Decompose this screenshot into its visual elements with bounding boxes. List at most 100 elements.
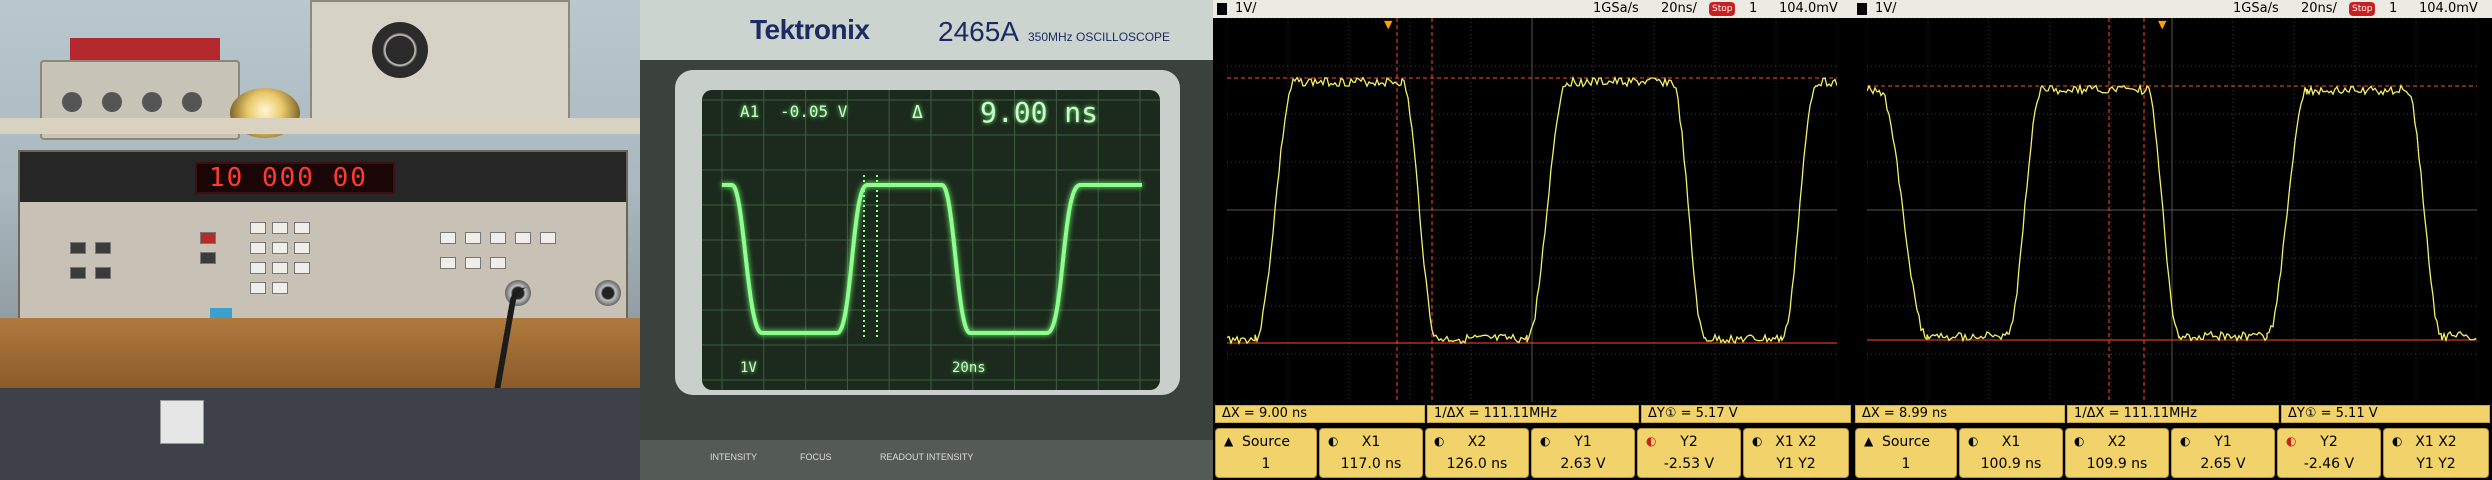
- key: [440, 232, 456, 244]
- key: [490, 232, 506, 244]
- trigger-level: 104.0mV: [1779, 1, 1838, 16]
- x1-softkey[interactable]: ◐ X1 117.0 ns: [1319, 428, 1423, 478]
- channel-icon: [1217, 3, 1227, 15]
- key: [540, 232, 556, 244]
- key: [95, 267, 111, 279]
- trigger-marker: ▼: [1384, 18, 1393, 31]
- label-readout-intensity: READOUT INTENSITY: [880, 452, 974, 462]
- waveform-plot: [1227, 18, 1837, 402]
- readout-volts-div: 1V: [740, 360, 757, 376]
- status-bar: 1V/ 1GSa/s 20ns/ Stop 1 104.0mV: [1853, 0, 2492, 18]
- key: [294, 222, 310, 234]
- left-margin: [1213, 18, 1227, 402]
- photo-function-generator: 10 000 00: [0, 0, 640, 480]
- stop-badge: Stop: [1709, 2, 1736, 16]
- xy-softkey[interactable]: ◐ X1 X2 Y1 Y2: [2383, 428, 2489, 478]
- sample-rate: 1GSa/s: [2233, 1, 2279, 16]
- trigger-level: 104.0mV: [2419, 1, 2478, 16]
- key: [465, 232, 481, 244]
- up-arrow-icon: ▲: [1864, 434, 1874, 448]
- readout-time-div: 20ns: [952, 360, 986, 376]
- knob-icon: ◐: [1328, 434, 1339, 448]
- scope-capture-1: 1V/ 1GSa/s 20ns/ Stop 1 104.0mV ▼ ΔX = 9…: [1213, 0, 1853, 480]
- scope-brand: Tektronix: [750, 14, 870, 45]
- knob-active-icon: ◐: [1646, 434, 1657, 448]
- sample-rate: 1GSa/s: [1593, 1, 1639, 16]
- inverse-delta-x-value: 1/ΔX = 111.11MHz: [1427, 405, 1639, 423]
- floor: [0, 388, 640, 480]
- knob-icon: ◐: [1540, 434, 1551, 448]
- waveform-plot: [1867, 18, 2477, 402]
- x2-softkey[interactable]: ◐ X2 126.0 ns: [1425, 428, 1529, 478]
- knob-icon: ◐: [2392, 434, 2403, 448]
- scope-capture-2: 1V/ 1GSa/s 20ns/ Stop 1 104.0mV ▼ ΔX = 8…: [1853, 0, 2492, 480]
- channel-scale: 1V/: [1235, 1, 1257, 16]
- label-intensity: INTENSITY: [710, 452, 758, 462]
- knob-icon: ◐: [2074, 434, 2085, 448]
- synthesizer-instrument: 10 000 00: [18, 150, 628, 330]
- timebase: 20ns/: [2301, 1, 2337, 16]
- knob-icon: ◐: [1752, 434, 1763, 448]
- key: [250, 222, 266, 234]
- instrument-box-right: [310, 0, 570, 130]
- dial-knob: [372, 22, 428, 78]
- left-margin: [1853, 18, 1867, 402]
- stop-badge: Stop: [2349, 2, 2376, 16]
- source-softkey[interactable]: ▲ Source 1: [1855, 428, 1957, 478]
- channel-icon: [1857, 3, 1867, 15]
- delta-x-value: ΔX = 8.99 ns: [1855, 405, 2065, 423]
- knob: [102, 92, 122, 112]
- inverse-delta-x-value: 1/ΔX = 111.11MHz: [2067, 405, 2279, 423]
- knob-icon: ◐: [1968, 434, 1979, 448]
- key: [70, 267, 86, 279]
- key: [272, 242, 288, 254]
- key: [95, 242, 111, 254]
- crt-waveform: [702, 90, 1160, 390]
- readout-time: 9.00 ns: [980, 96, 1099, 129]
- y1-softkey[interactable]: ◐ Y1 2.63 V: [1531, 428, 1635, 478]
- knob-icon: ◐: [2180, 434, 2191, 448]
- key: [490, 257, 506, 269]
- knob: [182, 92, 202, 112]
- delta-y-value: ΔY① = 5.11 V: [2281, 405, 2490, 423]
- photo-tektronix-scope: Tektronix 2465A 350MHz OSCILLOSCOPE A1 -…: [640, 0, 1213, 480]
- x1-softkey[interactable]: ◐ X1 100.9 ns: [1959, 428, 2063, 478]
- x2-softkey[interactable]: ◐ X2 109.9 ns: [2065, 428, 2169, 478]
- source-softkey[interactable]: ▲ Source 1: [1215, 428, 1317, 478]
- bnc-connector: [595, 280, 621, 306]
- crt-screen: A1 -0.05 V Δ 9.00 ns 1V 20ns: [702, 90, 1160, 390]
- status-bar: 1V/ 1GSa/s 20ns/ Stop 1 104.0mV: [1213, 0, 1853, 18]
- shelf: [0, 118, 640, 134]
- softkey-bar: ▲ Source 1 ◐ X1 100.9 ns ◐ X2 109.9 ns ◐…: [1853, 426, 2492, 480]
- wall-outlet: [160, 400, 204, 444]
- up-arrow-icon: ▲: [1224, 434, 1234, 448]
- y2-softkey[interactable]: ◐ Y2 -2.53 V: [1637, 428, 1741, 478]
- wooden-shelf: [0, 318, 640, 388]
- timebase: 20ns/: [1661, 1, 1697, 16]
- key: [440, 257, 456, 269]
- key: [272, 282, 288, 294]
- delta-y-value: ΔY① = 5.17 V: [1641, 405, 1851, 423]
- cursor-stats: ΔX = 8.99 ns 1/ΔX = 111.11MHz ΔY① = 5.11…: [1853, 404, 2492, 424]
- key: [70, 242, 86, 254]
- channel-scale: 1V/: [1875, 1, 1897, 16]
- key: [294, 262, 310, 274]
- xy-softkey[interactable]: ◐ X1 X2 Y1 Y2: [1743, 428, 1849, 478]
- scope-model: 2465A: [938, 16, 1019, 47]
- knob: [142, 92, 162, 112]
- readout-channel: A1: [740, 102, 760, 121]
- key: [250, 262, 266, 274]
- key: [200, 252, 216, 264]
- key: [294, 242, 310, 254]
- knob-active-icon: ◐: [2286, 434, 2297, 448]
- y2-softkey[interactable]: ◐ Y2 -2.46 V: [2277, 428, 2381, 478]
- key: [515, 232, 531, 244]
- cursor-stats: ΔX = 9.00 ns 1/ΔX = 111.11MHz ΔY① = 5.17…: [1213, 404, 1853, 424]
- readout-volts: -0.05 V: [780, 102, 848, 121]
- key: [465, 257, 481, 269]
- key: [250, 282, 266, 294]
- frequency-display: 10 000 00: [195, 162, 395, 194]
- delta-x-value: ΔX = 9.00 ns: [1215, 405, 1425, 423]
- y1-softkey[interactable]: ◐ Y1 2.65 V: [2171, 428, 2275, 478]
- waveform-svg: [1867, 18, 2477, 402]
